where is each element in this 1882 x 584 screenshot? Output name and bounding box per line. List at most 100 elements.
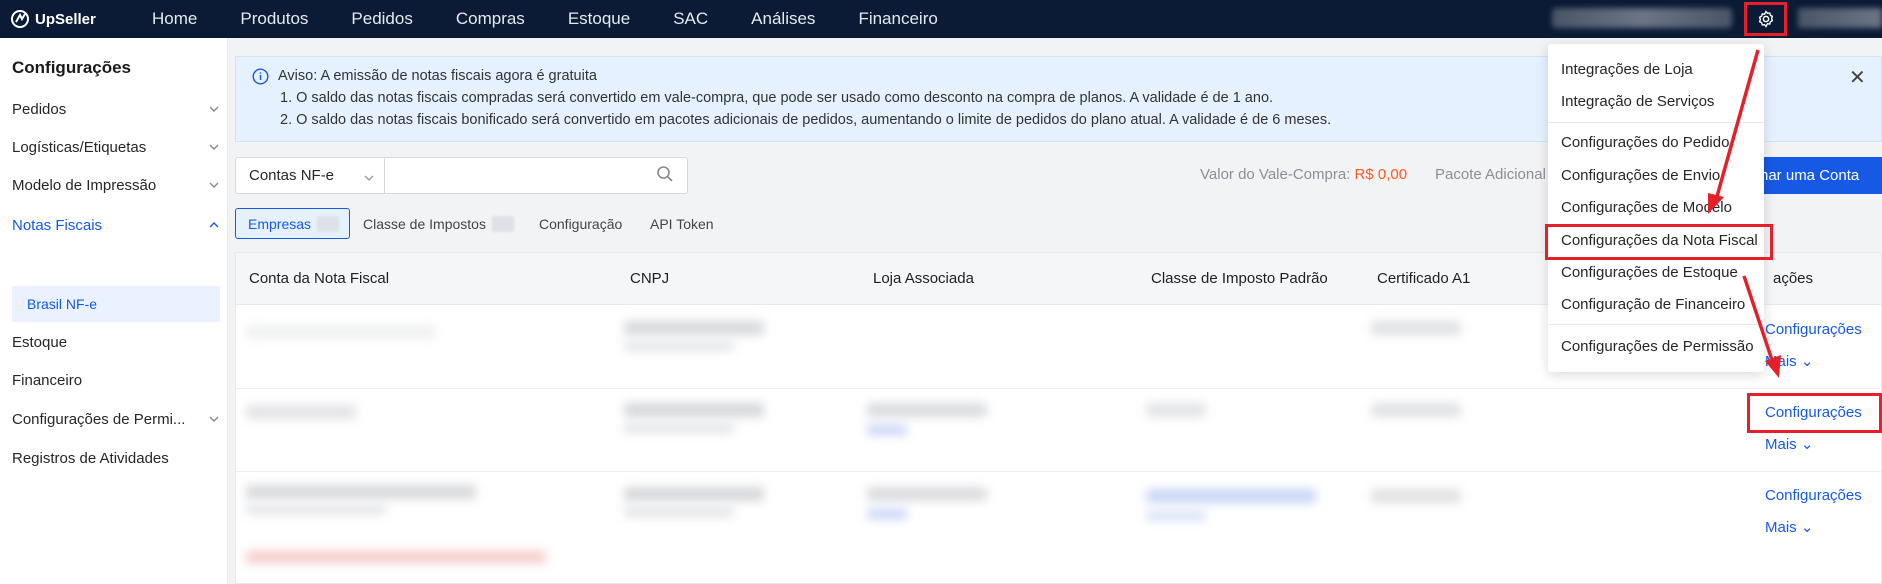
menu-item-integracoes-loja[interactable]: Integrações de Loja: [1548, 54, 1764, 84]
chevron-down-icon: [209, 182, 219, 188]
redacted-cell: [624, 403, 764, 417]
close-icon[interactable]: ✕: [1849, 65, 1866, 90]
redacted-cell: [1146, 489, 1316, 503]
alert-line-1: 1. O saldo das notas fiscais compradas s…: [280, 90, 1274, 106]
chevron-down-icon: [209, 416, 219, 422]
menu-item-config-pedido[interactable]: Configurações do Pedido: [1548, 127, 1764, 157]
nav-sac[interactable]: SAC: [673, 9, 708, 29]
sidebar-item-label: Registros de Atividades: [12, 449, 169, 467]
nav-financeiro[interactable]: Financeiro: [858, 9, 937, 29]
settings-gear-button[interactable]: [1744, 2, 1787, 36]
search-icon[interactable]: [656, 165, 674, 183]
nav-home[interactable]: Home: [152, 9, 197, 29]
row-divider: [236, 471, 1881, 472]
sidebar-title: Configurações: [12, 58, 132, 77]
menu-divider: [1548, 324, 1764, 325]
redacted-cell: [867, 425, 907, 435]
column-header: CNPJ: [630, 270, 670, 287]
alert-title: Aviso: A emissão de notas fiscais agora …: [278, 68, 597, 84]
redacted-cell: [246, 505, 386, 515]
more-label: Mais: [1765, 436, 1797, 453]
sidebar-item-label: Financeiro: [12, 371, 83, 389]
main-nav: Home Produtos Pedidos Compras Estoque SA…: [152, 9, 981, 29]
chevron-down-icon: ⌄: [1800, 353, 1814, 370]
select-value: Contas NF-e: [249, 167, 335, 184]
column-header: ações: [1773, 270, 1814, 287]
row-3-more-link[interactable]: Mais ⌄: [1765, 518, 1813, 536]
redacted-account-info: [1552, 8, 1732, 28]
sidebar-item-permissoes[interactable]: Configurações de Permi...: [0, 400, 228, 438]
search-input[interactable]: [393, 158, 653, 191]
tab-classe-impostos[interactable]: Classe de Impostos: [363, 208, 514, 239]
redacted-cell: [867, 403, 987, 417]
pacote-adicional-label: Pacote Adicional: [1435, 166, 1546, 183]
sidebar-item-label: Configurações de Permi...: [12, 410, 186, 428]
sidebar-item-pedidos[interactable]: Pedidos: [0, 90, 228, 128]
row-2-more-link[interactable]: Mais ⌄: [1765, 435, 1813, 453]
tab-empresas[interactable]: Empresas: [235, 208, 350, 239]
chevron-down-icon: [209, 144, 219, 150]
voucher-value: R$ 0,00: [1354, 166, 1408, 183]
redacted-cell: [1371, 489, 1461, 503]
menu-item-config-permissao[interactable]: Configurações de Permissão: [1548, 331, 1764, 361]
redacted-cell: [246, 325, 436, 339]
nav-analises[interactable]: Análises: [751, 9, 815, 29]
redacted-cell: [1371, 403, 1461, 417]
settings-dropdown-menu: Integrações de Loja Integração de Serviç…: [1548, 44, 1764, 372]
sidebar-subitem-brasil-nfe[interactable]: Brasil NF-e: [12, 286, 220, 322]
count-badge: [317, 215, 340, 232]
sidebar-item-label: Notas Fiscais: [12, 216, 103, 234]
more-label: Mais: [1765, 519, 1797, 536]
info-icon: [252, 68, 269, 85]
row-3-config-link[interactable]: Configurações: [1765, 487, 1862, 504]
sidebar-item-registros[interactable]: Registros de Atividades: [0, 439, 228, 477]
sidebar-item-estoque[interactable]: Estoque: [0, 323, 228, 361]
menu-item-integracao-servicos[interactable]: Integração de Serviços: [1548, 86, 1764, 116]
search-field[interactable]: [384, 157, 688, 194]
sidebar-item-label: Logísticas/Etiquetas: [12, 138, 147, 156]
redacted-cell: [1146, 511, 1206, 521]
sidebar-item-financeiro[interactable]: Financeiro: [0, 361, 228, 399]
row-1-config-link[interactable]: Configurações: [1765, 321, 1862, 338]
redacted-cell: [867, 487, 987, 501]
nav-produtos[interactable]: Produtos: [240, 9, 308, 29]
redacted-cell: [1146, 403, 1206, 417]
sidebar-item-label: Modelo de Impressão: [12, 176, 157, 194]
nav-compras[interactable]: Compras: [456, 9, 525, 29]
voucher-label: Valor do Vale-Compra:: [1200, 166, 1351, 183]
redacted-cell: [246, 551, 546, 563]
menu-item-config-financeiro[interactable]: Configuração de Financeiro: [1548, 289, 1764, 319]
sidebar-item-label: Pedidos: [12, 100, 67, 118]
redacted-cell: [624, 423, 734, 433]
nav-pedidos[interactable]: Pedidos: [351, 9, 412, 29]
redacted-cell: [624, 507, 734, 517]
sidebar-item-notas-fiscais[interactable]: Notas Fiscais: [0, 206, 228, 244]
sidebar-item-modelo-impressao[interactable]: Modelo de Impressão: [0, 166, 228, 204]
tab-api-token[interactable]: API Token: [650, 208, 714, 239]
redacted-cell: [624, 341, 734, 351]
tab-configuracao[interactable]: Configuração: [539, 208, 622, 239]
chevron-down-icon: ⌄: [1800, 519, 1814, 536]
highlight-box-nota-fiscal: [1545, 224, 1773, 260]
redacted-cell: [246, 485, 476, 499]
menu-item-config-estoque[interactable]: Configurações de Estoque: [1548, 257, 1764, 287]
tab-label: Empresas: [248, 215, 312, 232]
count-badge: [491, 215, 514, 232]
more-label: Mais: [1765, 353, 1797, 370]
column-header: Conta da Nota Fiscal: [249, 270, 390, 287]
account-type-select[interactable]: Contas NF-e: [235, 157, 385, 194]
redacted-cell: [246, 405, 356, 419]
menu-divider: [1548, 122, 1764, 123]
nav-estoque[interactable]: Estoque: [568, 9, 630, 29]
column-header: Loja Associada: [873, 270, 974, 287]
sidebar: Configurações Pedidos Logísticas/Etiquet…: [0, 38, 228, 584]
column-header: Classe de Imposto Padrão: [1151, 270, 1328, 287]
chevron-down-icon: [364, 175, 374, 181]
brand-logo[interactable]: UpSeller: [10, 9, 130, 29]
menu-item-config-modelo[interactable]: Configurações de Modelo: [1548, 192, 1764, 222]
menu-item-config-envio[interactable]: Configurações de Envio: [1548, 160, 1764, 190]
redacted-cell: [624, 321, 764, 335]
redacted-cell: [624, 487, 764, 501]
row-1-more-link[interactable]: Mais ⌄: [1765, 352, 1813, 370]
sidebar-item-logisticas[interactable]: Logísticas/Etiquetas: [0, 128, 228, 166]
